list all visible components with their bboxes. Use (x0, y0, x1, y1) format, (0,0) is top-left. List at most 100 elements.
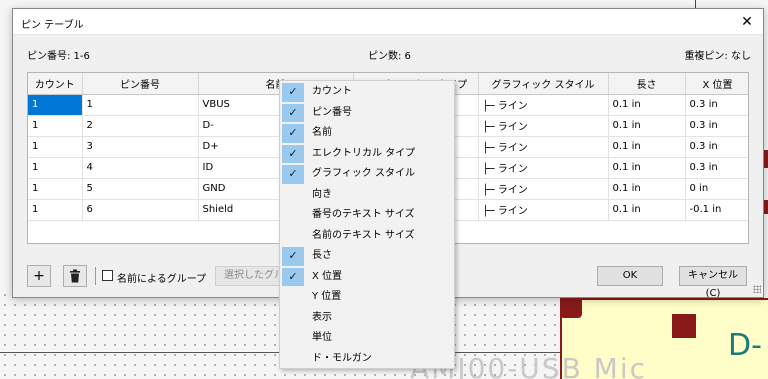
menu-item-graphic-style[interactable]: ✓ グラフィック スタイル (280, 164, 454, 185)
menu-item-label: 表示 (312, 311, 332, 323)
cell-graphic-style-label: ライン (497, 164, 528, 175)
menu-item-label: X 位置 (312, 270, 343, 282)
resize-grip-icon[interactable] (753, 285, 761, 293)
cell-length[interactable]: 0.1 in (608, 94, 686, 116)
group-by-name-label[interactable]: 名前によるグループ (117, 270, 206, 285)
pin-pad (672, 314, 696, 338)
menu-item-name[interactable]: ✓ 名前 (280, 123, 454, 144)
pin-label-text: D- (728, 328, 762, 363)
cell-graphic-style[interactable]: ├─ ライン (478, 94, 609, 116)
menu-item-label: 名前のテキスト サイズ (312, 229, 415, 241)
line-style-icon: ├─ (482, 101, 495, 112)
header-count[interactable]: カウント (28, 73, 83, 95)
cell-graphic-style[interactable]: ├─ ライン (478, 199, 609, 221)
check-icon: ✓ (282, 165, 304, 184)
cell-length[interactable]: 0.1 in (608, 115, 686, 137)
menu-item-label: 長さ (312, 250, 332, 261)
cell-length[interactable]: 0.1 in (608, 157, 686, 179)
menu-item-label: Y 位置 (312, 291, 342, 302)
menu-item-length[interactable]: ✓ 長さ (280, 246, 454, 267)
line-style-icon: ├─ (482, 143, 495, 154)
toolbar-separator (95, 267, 96, 285)
cell-length[interactable]: 0.1 in (608, 136, 686, 158)
cell-x-position[interactable]: -0.1 in (685, 199, 748, 221)
pin-numbers-summary: ピン番号: 1-6 (27, 51, 90, 62)
header-length[interactable]: 長さ (608, 73, 686, 95)
cell-pin-number[interactable]: 2 (82, 115, 199, 137)
header-pin-number[interactable]: ピン番号 (82, 73, 199, 95)
menu-item-y-position[interactable]: Y 位置 (280, 287, 454, 308)
add-pin-button[interactable]: + (27, 265, 51, 287)
menu-item-label: 単位 (312, 332, 332, 343)
cell-x-position[interactable]: 0.3 in (685, 157, 748, 179)
cell-x-position[interactable]: 0.3 in (685, 136, 748, 158)
cell-graphic-style[interactable]: ├─ ライン (478, 136, 609, 158)
cancel-button[interactable]: キャンセル (C) (679, 266, 747, 299)
line-style-icon: ├─ (482, 122, 495, 133)
menu-item-label: ド・モルガン (312, 352, 372, 364)
cell-graphic-style-label: ライン (497, 185, 528, 196)
check-icon: ✓ (282, 267, 304, 286)
duplicate-pins-summary: 重複ピン: なし (684, 51, 751, 62)
cell-count[interactable]: 1 (28, 178, 83, 200)
line-style-icon: ├─ (482, 185, 495, 196)
close-icon[interactable]: ✕ (737, 12, 757, 32)
menu-item-label: カウント (312, 86, 352, 97)
cell-count[interactable]: 1 (28, 115, 83, 137)
check-icon: ✓ (282, 103, 304, 122)
cell-graphic-style[interactable]: ├─ ライン (478, 178, 609, 200)
menu-item-label: ピン番号 (312, 106, 352, 118)
menu-item-name-text-size[interactable]: 名前のテキスト サイズ (280, 226, 454, 247)
cell-graphic-style-label: ライン (497, 206, 528, 217)
menu-item-electrical-type[interactable]: ✓ エレクトリカル タイプ (280, 144, 454, 165)
cell-x-position[interactable]: 0.3 in (685, 94, 748, 116)
menu-item-number-text-size[interactable]: 番号のテキスト サイズ (280, 205, 454, 226)
menu-item-demorgan[interactable]: ド・モルガン (280, 349, 454, 370)
cell-graphic-style-label: ライン (497, 122, 528, 133)
cell-count[interactable]: 1 (28, 199, 83, 221)
menu-item-label: 番号のテキスト サイズ (312, 209, 415, 220)
check-icon: ✓ (282, 124, 304, 143)
cell-graphic-style[interactable]: ├─ ライン (478, 115, 609, 137)
menu-item-count[interactable]: ✓ カウント (280, 82, 454, 103)
cell-pin-number[interactable]: 6 (82, 199, 199, 221)
cell-graphic-style-label: ライン (497, 101, 528, 112)
header-graphic-style[interactable]: グラフィック スタイル (478, 73, 609, 95)
delete-pin-button[interactable] (63, 265, 87, 287)
menu-item-label: 名前 (312, 127, 332, 138)
cell-count[interactable]: 1 (28, 94, 83, 116)
cell-pin-number[interactable]: 5 (82, 178, 199, 200)
menu-item-label: エレクトリカル タイプ (312, 147, 416, 159)
menu-item-unit[interactable]: 単位 (280, 328, 454, 349)
cell-pin-number[interactable]: 1 (82, 94, 199, 116)
menu-item-label: 向き (312, 188, 332, 200)
menu-item-pin-number[interactable]: ✓ ピン番号 (280, 103, 454, 124)
line-style-icon: ├─ (482, 164, 495, 175)
cell-graphic-style[interactable]: ├─ ライン (478, 157, 609, 179)
cell-pin-number[interactable]: 3 (82, 136, 199, 158)
cell-pin-number[interactable]: 4 (82, 157, 199, 179)
header-x-position[interactable]: X 位置 (685, 73, 748, 95)
check-icon: ✓ (282, 83, 304, 102)
cell-length[interactable]: 0.1 in (608, 178, 686, 200)
menu-item-label: グラフィック スタイル (312, 168, 415, 179)
menu-item-x-position[interactable]: ✓ X 位置 (280, 267, 454, 288)
trash-icon (70, 269, 80, 283)
check-icon: ✓ (282, 144, 304, 163)
title-bar: ピン テーブル ✕ (13, 9, 763, 35)
cell-graphic-style-label: ライン (497, 143, 528, 154)
cell-x-position[interactable]: 0.3 in (685, 115, 748, 137)
cell-x-position[interactable]: 0 in (685, 178, 748, 200)
cell-length[interactable]: 0.1 in (608, 199, 686, 221)
menu-item-orientation[interactable]: 向き (280, 185, 454, 206)
cell-count[interactable]: 1 (28, 136, 83, 158)
group-by-name-checkbox[interactable] (102, 270, 113, 281)
line-style-icon: ├─ (482, 206, 495, 217)
menu-item-visible[interactable]: 表示 (280, 308, 454, 329)
dialog-title: ピン テーブル (21, 20, 84, 31)
column-visibility-menu: ✓ カウント ✓ ピン番号 ✓ 名前 ✓ エレクトリカル タイプ ✓ グラフィック スタイ… (279, 80, 455, 369)
ok-button[interactable]: OK (597, 266, 663, 286)
pin-count-summary: ピン数: 6 (368, 51, 411, 62)
cell-count[interactable]: 1 (28, 157, 83, 179)
check-icon: ✓ (282, 247, 304, 266)
